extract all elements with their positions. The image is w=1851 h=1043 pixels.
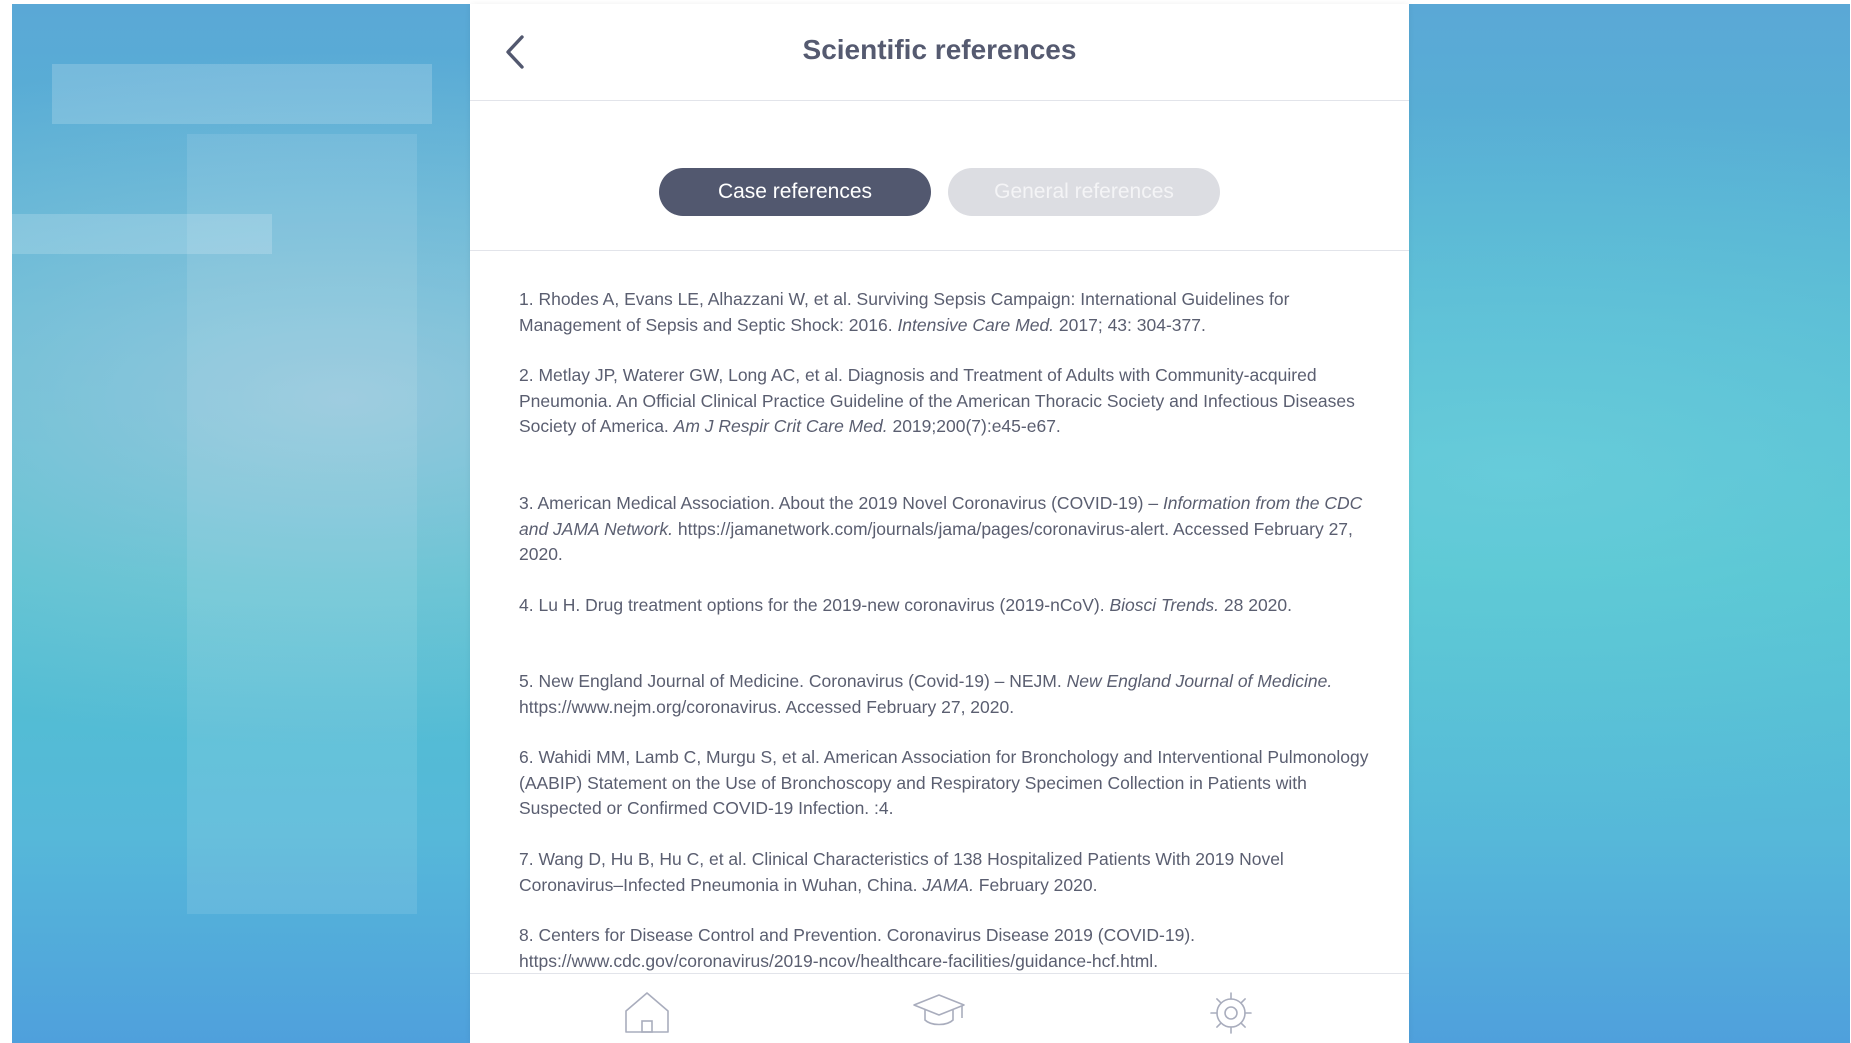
bottom-navigation (470, 973, 1409, 1043)
nav-education-button[interactable] (911, 988, 967, 1038)
reference-item-1: 1. Rhodes A, Evans LE, Alhazzani W, et a… (519, 289, 1290, 335)
screen: Scientific references Case references Ge… (0, 0, 1851, 1043)
references-panel: Scientific references Case references Ge… (470, 4, 1409, 1043)
tab-general-references[interactable]: General references (948, 168, 1220, 216)
tab-switcher: Case references General references (470, 101, 1409, 251)
reference-item-6: 6. Wahidi MM, Lamb C, Murgu S, et al. Am… (519, 747, 1369, 819)
background-ceiling-panel (52, 64, 432, 124)
tab-case-references[interactable]: Case references (659, 168, 931, 216)
reference-item-4: 4. Lu H. Drug treatment options for the … (519, 595, 1293, 615)
header-bar: Scientific references (470, 4, 1409, 101)
page-title: Scientific references (802, 34, 1077, 65)
graduation-cap-icon (913, 994, 965, 1026)
references-list[interactable]: 1. Rhodes A, Evans LE, Alhazzani W, et a… (470, 251, 1409, 973)
home-icon (625, 992, 669, 1033)
reference-item-7: 7. Wang D, Hu B, Hu C, et al. Clinical C… (519, 849, 1284, 895)
reference-item-8: 8. Centers for Disease Control and Preve… (519, 925, 1196, 971)
reference-item-2: 2. Metlay JP, Waterer GW, Long AC, et al… (519, 365, 1355, 437)
nav-home-button[interactable] (619, 988, 675, 1038)
gear-icon (1210, 992, 1252, 1034)
reference-item-5: 5. New England Journal of Medicine. Coro… (519, 671, 1333, 717)
reference-item-3: 3. American Medical Association. About t… (519, 493, 1363, 565)
nav-settings-button[interactable] (1203, 988, 1259, 1038)
background-wall-panel (187, 134, 417, 914)
